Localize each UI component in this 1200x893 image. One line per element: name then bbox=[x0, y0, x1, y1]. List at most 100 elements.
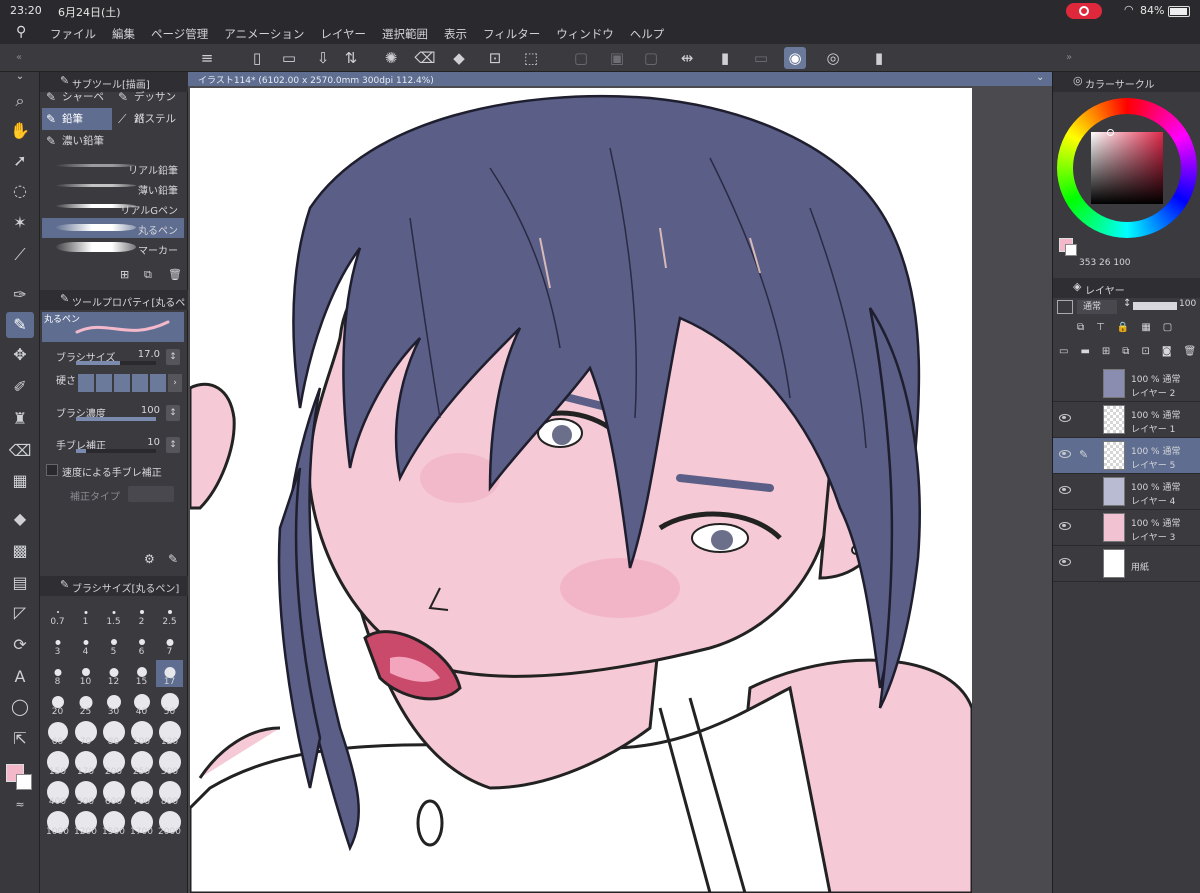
duplicate-icon[interactable]: ▭ bbox=[750, 47, 772, 69]
color-picker-cursor[interactable] bbox=[1107, 129, 1114, 136]
brush-size-option[interactable]: 2 bbox=[128, 600, 155, 627]
brush-tool-icon[interactable]: ✐ bbox=[6, 374, 34, 400]
brush-round-pen[interactable]: 丸るペン bbox=[42, 218, 184, 238]
brush-size-option[interactable]: 30 bbox=[100, 690, 127, 717]
pen-tool-icon[interactable]: ✑ bbox=[6, 282, 34, 308]
brush-size-option[interactable]: 80 bbox=[100, 720, 127, 747]
hardness-3[interactable] bbox=[114, 374, 130, 392]
text-tool-icon[interactable]: A bbox=[6, 664, 34, 690]
operation-tool-icon[interactable]: ➚ bbox=[6, 148, 34, 174]
brush-size-option[interactable]: 5 bbox=[100, 630, 127, 657]
brush-size-option[interactable]: 100 bbox=[128, 720, 155, 747]
visibility-eye-icon[interactable] bbox=[1059, 486, 1071, 494]
stabilization-slider[interactable] bbox=[76, 449, 86, 453]
brush-size-option[interactable]: 2000 bbox=[156, 810, 183, 837]
visibility-eye-icon[interactable] bbox=[1059, 414, 1071, 422]
layer-row[interactable]: 100 % 通常 レイヤー 1 bbox=[1053, 402, 1200, 438]
brush-size-option[interactable]: 17 bbox=[156, 660, 183, 687]
snap-icon[interactable]: ◉ bbox=[784, 47, 806, 69]
expand-icon[interactable]: ⌄ bbox=[6, 64, 34, 90]
blend-tool-icon[interactable]: ▦ bbox=[6, 468, 34, 494]
lasso-tool-icon[interactable]: ◌ bbox=[6, 178, 34, 204]
brush-size-option[interactable]: 15 bbox=[128, 660, 155, 687]
add-subtool-icon[interactable]: ⊞ bbox=[120, 268, 129, 281]
figure-tool-icon[interactable]: ⟳ bbox=[6, 632, 34, 658]
duplicate-layer-icon[interactable]: ⧉ bbox=[1122, 346, 1129, 357]
brush-density-spin-icon[interactable]: ↕ bbox=[166, 405, 180, 421]
brush-size-option[interactable]: 70 bbox=[72, 720, 99, 747]
saturation-value-square[interactable] bbox=[1091, 132, 1163, 204]
brush-size-option[interactable]: 1000 bbox=[44, 810, 71, 837]
layer-row[interactable]: 100 % 通常 レイヤー 2 bbox=[1053, 366, 1200, 402]
fill-tool-icon[interactable]: ◆ bbox=[6, 506, 34, 532]
mask-icon[interactable]: ▢ bbox=[1163, 322, 1172, 333]
menu-help[interactable]: ヘルプ bbox=[630, 26, 665, 42]
loading-icon[interactable]: ✺ bbox=[380, 47, 402, 69]
sub-color-swatch[interactable] bbox=[16, 774, 32, 790]
brush-size-option[interactable]: 800 bbox=[156, 780, 183, 807]
color-wheel[interactable] bbox=[1057, 98, 1197, 238]
opacity-slider[interactable] bbox=[1133, 302, 1177, 310]
export-icon[interactable]: ⇅ bbox=[340, 47, 362, 69]
delete-subtool-icon[interactable]: 🗑 bbox=[168, 268, 182, 281]
document-tab[interactable]: イラスト114* (6102.00 x 2570.0mm 300dpi 112.… bbox=[188, 72, 1052, 86]
menu-layer[interactable]: レイヤー bbox=[320, 26, 366, 42]
open-folder-icon[interactable]: ▭ bbox=[278, 47, 300, 69]
brush-size-option[interactable]: 700 bbox=[128, 780, 155, 807]
subtool-tab-mechanical-pencil[interactable]: ✎シャーペン bbox=[42, 86, 112, 125]
pencil-tool-icon[interactable]: ✎ bbox=[6, 312, 34, 338]
wrench-settings-icon[interactable]: ✎ bbox=[168, 552, 178, 566]
brush-size-option[interactable]: 150 bbox=[44, 750, 71, 777]
stabilization-spin-icon[interactable]: ↕ bbox=[166, 437, 180, 453]
copy-subtool-icon[interactable]: ⧉ bbox=[144, 268, 152, 282]
hardness-2[interactable] bbox=[96, 374, 112, 392]
hamburger-menu-icon[interactable]: ≡ bbox=[196, 47, 218, 69]
layer-type-icon[interactable] bbox=[1057, 300, 1073, 314]
fill-cmd-icon[interactable]: ◆ bbox=[448, 47, 470, 69]
layer-mask-icon[interactable]: ◙ bbox=[1162, 346, 1172, 357]
stabilization-row[interactable]: 手ブレ補正 10 ↕ bbox=[42, 434, 186, 456]
brush-size-option[interactable]: 12 bbox=[100, 660, 127, 687]
layer-row[interactable]: 100 % 通常 レイヤー 4 bbox=[1053, 474, 1200, 510]
visibility-eye-icon[interactable] bbox=[1059, 522, 1071, 530]
menu-edit[interactable]: 編集 bbox=[112, 26, 135, 42]
brush-size-slider[interactable] bbox=[76, 361, 120, 365]
settings-icon[interactable]: ⚙ bbox=[144, 552, 155, 566]
menu-view[interactable]: 表示 bbox=[444, 26, 467, 42]
lock-alpha-icon[interactable]: ▦ bbox=[1141, 322, 1150, 333]
brush-size-option[interactable]: 120 bbox=[156, 720, 183, 747]
brush-size-row[interactable]: ブラシサイズ 17.0 ↕ bbox=[42, 346, 186, 368]
layer-row-selected[interactable]: ✎ 100 % 通常 レイヤー 5 bbox=[1053, 438, 1200, 474]
brush-size-option[interactable]: 1200 bbox=[72, 810, 99, 837]
brush-size-option[interactable]: 500 bbox=[72, 780, 99, 807]
brush-size-option[interactable]: 10 bbox=[72, 660, 99, 687]
new-raster-layer-icon[interactable]: ▭ bbox=[1059, 346, 1068, 357]
visibility-eye-icon[interactable] bbox=[1059, 450, 1071, 458]
brush-size-option[interactable]: 1 bbox=[72, 600, 99, 627]
ruler-snap-icon[interactable]: ◎ bbox=[822, 47, 844, 69]
invert-selection-icon[interactable]: ▣ bbox=[606, 47, 628, 69]
delete-layer-icon[interactable]: 🗑 bbox=[1184, 346, 1197, 357]
blend-spin-icon[interactable]: ↕ bbox=[1123, 298, 1131, 309]
brush-size-option[interactable]: 170 bbox=[72, 750, 99, 777]
correct-line-tool-icon[interactable]: ⇱ bbox=[6, 726, 34, 752]
brush-size-spin-icon[interactable]: ↕ bbox=[166, 349, 180, 365]
lock-icon[interactable]: 🔒 bbox=[1117, 322, 1129, 333]
brush-size-option[interactable]: 4 bbox=[72, 630, 99, 657]
move-tool-icon[interactable]: ✥ bbox=[6, 342, 34, 368]
eraser-tool-icon[interactable]: ⌫ bbox=[6, 438, 34, 464]
transparent-color-icon[interactable]: ≈ bbox=[6, 792, 34, 818]
menu-animation[interactable]: アニメーション bbox=[224, 26, 304, 42]
menu-window[interactable]: ウィンドウ bbox=[556, 26, 614, 42]
brush-size-option[interactable]: 0.7 bbox=[44, 600, 71, 627]
hardness-1[interactable] bbox=[78, 374, 94, 392]
brush-size-option[interactable]: 300 bbox=[156, 750, 183, 777]
layer-row-paper[interactable]: 用紙 bbox=[1053, 546, 1200, 582]
brush-size-option[interactable]: 200 bbox=[100, 750, 127, 777]
screen-record-icon[interactable] bbox=[1066, 3, 1102, 19]
balloon-tool-icon[interactable]: ◯ bbox=[6, 694, 34, 720]
ruler-tool-icon[interactable]: ◸ bbox=[6, 600, 34, 626]
brush-size-option[interactable]: 1700 bbox=[128, 810, 155, 837]
gradient-tool-icon[interactable]: ▩ bbox=[6, 538, 34, 564]
save-icon[interactable]: ⇩ bbox=[312, 47, 334, 69]
